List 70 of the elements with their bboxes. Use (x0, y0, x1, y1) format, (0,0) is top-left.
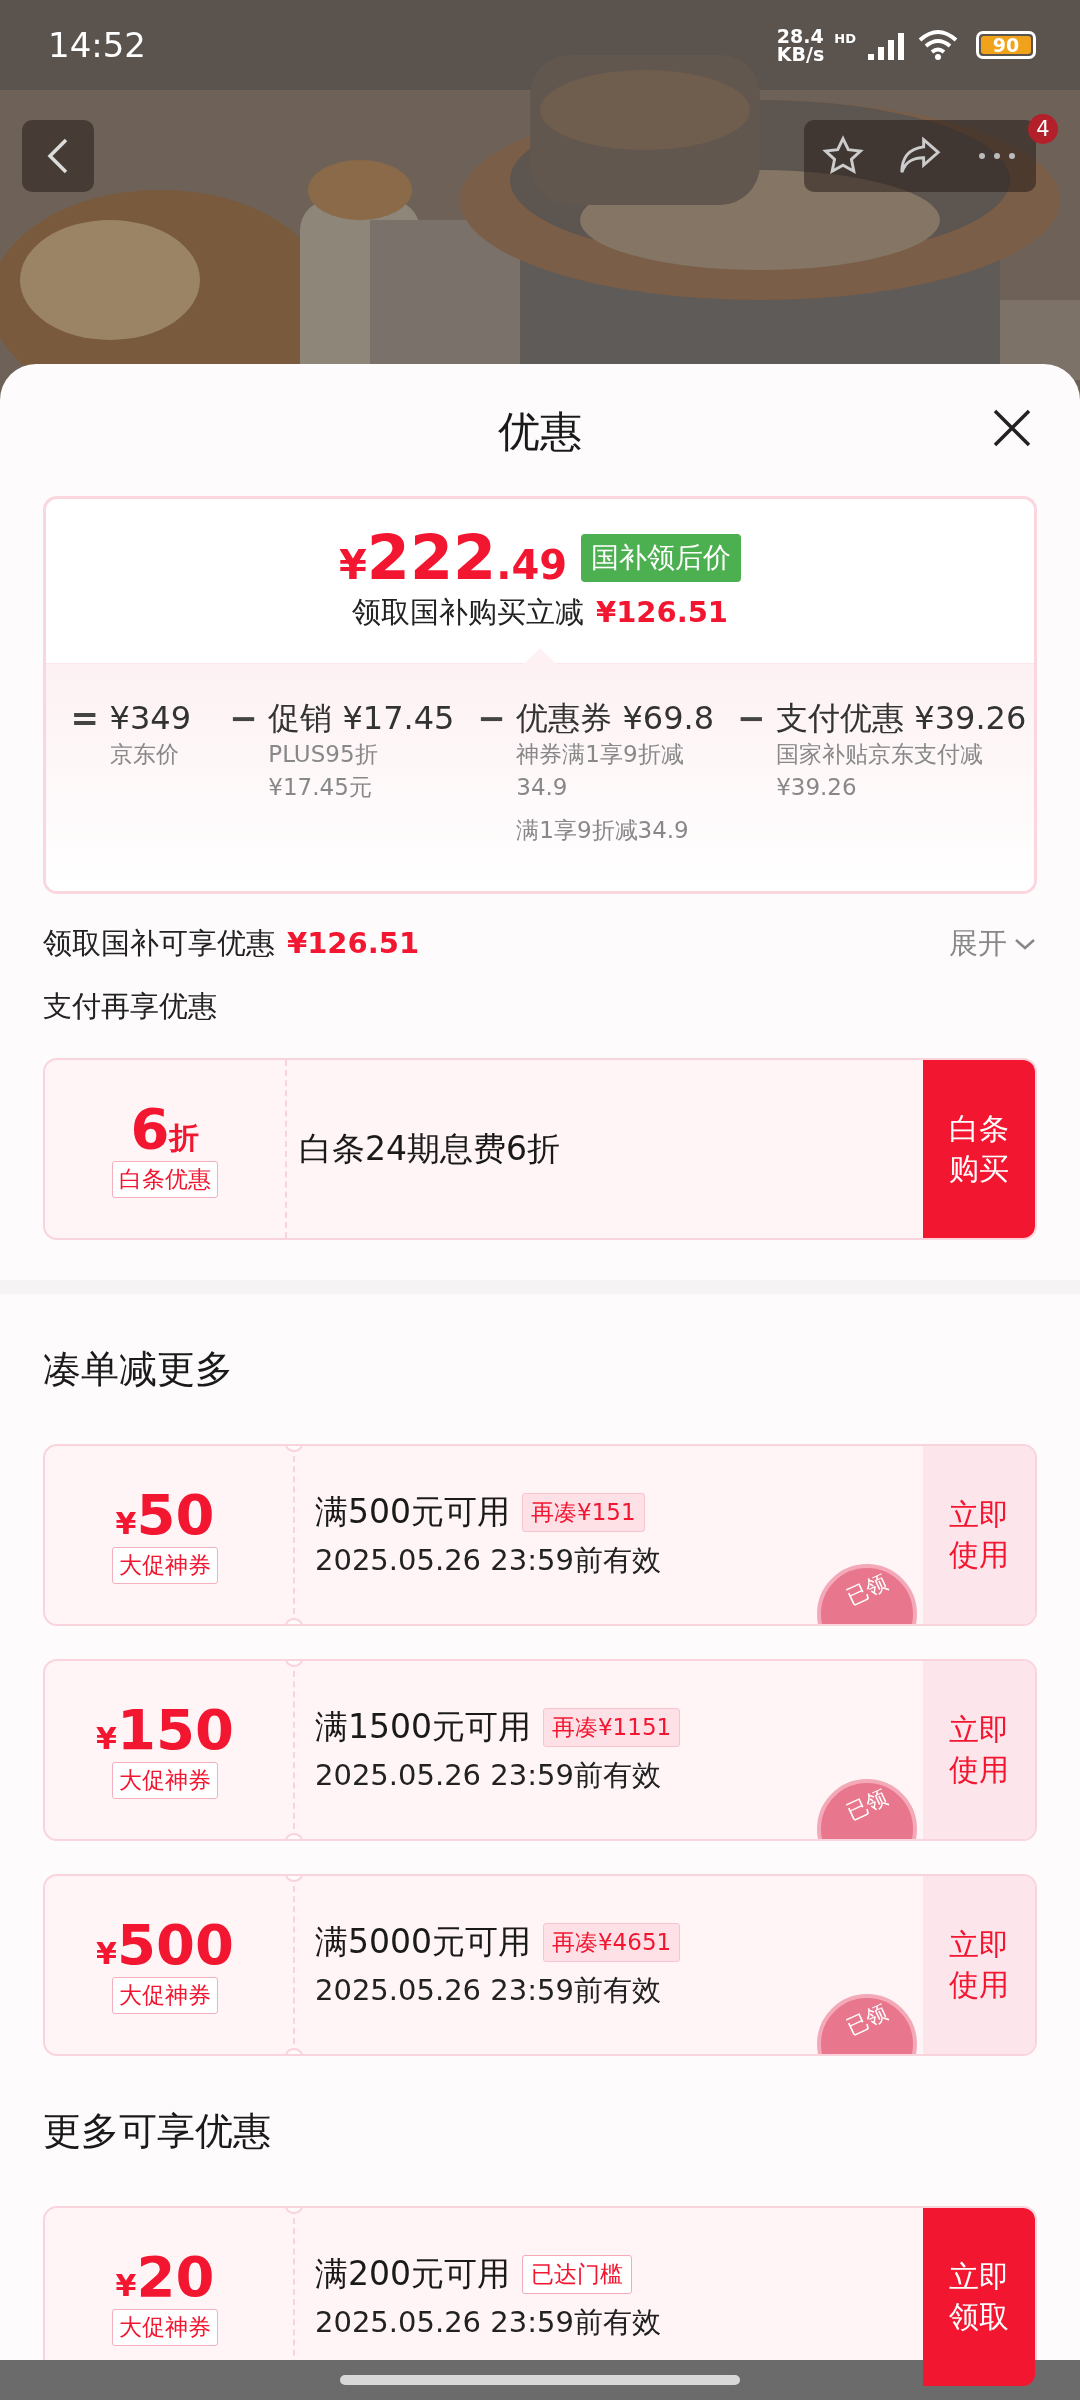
coupon-tag: 大促神券 (112, 2308, 218, 2346)
operator-sign: − (737, 698, 766, 740)
coupon-validity: 2025.05.26 23:59前有效 (315, 1756, 662, 1794)
discount-label: 领取国补购买立减 (351, 594, 584, 631)
breakdown-note: 满1享9折减34.9 (516, 816, 690, 845)
coupon-action-button[interactable]: 立即使用 (923, 1876, 1035, 2054)
coupon-action-button[interactable]: 立即领取 (923, 2208, 1035, 2386)
coupon-condition: 满500元可用 (315, 1490, 510, 1533)
price-tag: 国补领后价 (581, 534, 742, 582)
coupon-tag: 大促神券 (112, 1976, 218, 2014)
offer-discount: 6折 (130, 1100, 200, 1157)
section-label: 支付再享优惠 (43, 988, 217, 1025)
coupon-validity: 2025.05.26 23:59前有效 (315, 1971, 662, 2009)
coupon-condition: 满200元可用 (315, 2252, 510, 2295)
share-icon (898, 136, 942, 176)
coupon-action-button[interactable]: 立即使用 (923, 1446, 1035, 1624)
stamp-text: 已领 (843, 2002, 891, 2039)
signal-icon (866, 30, 906, 60)
discount-amount: ¥126.51 (595, 595, 729, 629)
operator-sign: − (477, 698, 506, 740)
sheet-title: 优惠 (498, 406, 582, 458)
expand-toggle[interactable]: 展开 (949, 924, 1037, 964)
stamp-text: 已领 (843, 1572, 891, 1609)
section-title: 更多可享优惠 (42, 2112, 272, 2150)
breakdown-note: ¥17.45元 (268, 773, 373, 802)
network-speed: 28.4 KB/s (776, 26, 825, 64)
breakdown-note: 神券满1享9折减 (516, 740, 685, 769)
subsidy-amount: ¥126.51 (287, 926, 420, 960)
coupon-amount: ¥500 (96, 1916, 234, 1973)
breakdown-note: 34.9 (516, 773, 569, 802)
coupon-amount: ¥20 (115, 2248, 215, 2305)
battery-icon: 90 (976, 31, 1036, 59)
operator-sign: − (229, 698, 258, 740)
coupon-condition: 满1500元可用 (315, 1705, 531, 1748)
coupon-badge: 再凑¥151 (522, 1492, 645, 1532)
coupon-amount: ¥50 (115, 1486, 215, 1543)
subsidy-label: 领取国补可享优惠 (43, 925, 275, 962)
coupon-tag: 大促神券 (112, 1761, 218, 1799)
back-icon (46, 136, 70, 176)
offer-action-button[interactable]: 白条购买 (923, 1060, 1035, 1238)
coupon-amount: ¥150 (96, 1701, 234, 1758)
stamp-text: 已领 (843, 1787, 891, 1824)
coupon-tag: 大促神券 (112, 1546, 218, 1584)
offer-text: 白条24期息费6折 (299, 1127, 561, 1170)
coupon-action-button[interactable]: 立即使用 (923, 1661, 1035, 1839)
breakdown-note: PLUS95折 (268, 740, 379, 769)
operator-sign: = (70, 698, 100, 740)
network-type: HD (834, 30, 856, 46)
back-button[interactable] (22, 120, 94, 192)
breakdown-amount: 优惠券 ¥69.8 (516, 698, 716, 738)
breakdown-note: 国家补贴京东支付减 (776, 740, 985, 769)
coupon-badge: 再凑¥1151 (543, 1707, 681, 1747)
breakdown-note: 京东价 (109, 740, 180, 769)
coupon-badge: 再凑¥4651 (543, 1922, 681, 1962)
close-icon (992, 408, 1032, 448)
wifi-icon (916, 28, 960, 62)
breakdown-amount: ¥349 (109, 698, 193, 738)
section-title: 凑单减更多 (42, 1350, 234, 1388)
final-price: ¥222.49 (338, 527, 568, 589)
offer-tag: 白条优惠 (112, 1160, 218, 1198)
breakdown-note: ¥39.26 (776, 773, 858, 802)
chevron-down-icon (1013, 936, 1037, 952)
breakdown-amount: 支付优惠 ¥39.26 (776, 698, 1028, 738)
more-icon (977, 151, 1018, 161)
coupon-condition: 满5000元可用 (315, 1920, 531, 1963)
coupon-validity: 2025.05.26 23:59前有效 (315, 1541, 662, 1579)
status-time: 14:52 (48, 25, 146, 65)
coupon-validity: 2025.05.26 23:59前有效 (315, 2303, 662, 2341)
coupon-badge: 已达门槛 (522, 2254, 632, 2294)
breakdown-amount: 促销 ¥17.45 (268, 698, 456, 738)
